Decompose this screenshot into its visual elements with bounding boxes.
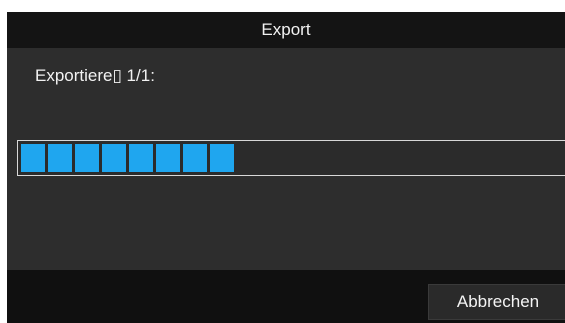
progress-segment — [21, 144, 45, 172]
progress-segment — [156, 144, 180, 172]
export-dialog: Export Exportiere▯ 1/1: Abbrechen — [7, 12, 565, 323]
progress-segment — [210, 144, 234, 172]
dialog-title: Export — [7, 12, 565, 48]
progress-segment — [183, 144, 207, 172]
progress-segment — [129, 144, 153, 172]
progress-segment — [48, 144, 72, 172]
progress-segment — [75, 144, 99, 172]
export-progress-bar — [17, 140, 565, 176]
progress-fill — [21, 144, 237, 172]
progress-segment — [102, 144, 126, 172]
export-status-text: Exportiere▯ 1/1: — [35, 66, 155, 85]
dialog-footer: Abbrechen — [7, 270, 565, 323]
cancel-button[interactable]: Abbrechen — [428, 284, 565, 320]
